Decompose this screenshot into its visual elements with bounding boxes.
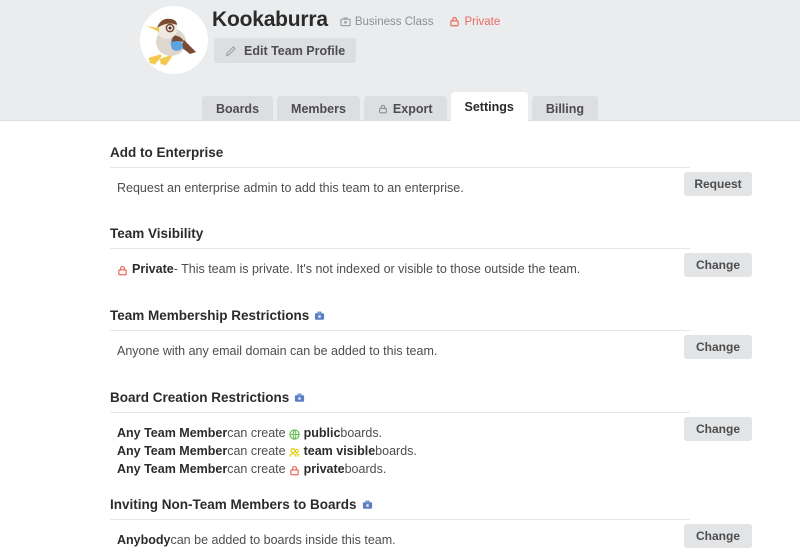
section-title-label: Add to Enterprise — [110, 145, 224, 160]
privacy-label: Private — [464, 15, 501, 28]
section-body: Private - This team is private. It's not… — [110, 249, 752, 289]
page-title: Kookaburra — [212, 8, 328, 31]
globe-icon — [288, 428, 300, 440]
change-team-visibility-button[interactable]: Change — [684, 253, 752, 277]
team-visibility-text: - This team is private. It's not indexed… — [173, 262, 581, 276]
section-title: Inviting Non-Team Members to Boards — [110, 497, 690, 520]
board-creation-mid: can create — [227, 444, 286, 458]
section-body: Anyone with any email domain can be adde… — [110, 331, 752, 371]
section-title: Add to Enterprise — [110, 145, 690, 168]
tab-billing[interactable]: Billing — [531, 96, 599, 121]
section-add-to-enterprise: Add to Enterprise Request an enterprise … — [110, 145, 752, 208]
change-board-creation-button[interactable]: Change — [684, 417, 752, 441]
lock-icon — [449, 16, 460, 27]
tab-export[interactable]: Export — [363, 96, 447, 121]
board-creation-tail: boards. — [340, 426, 383, 440]
board-creation-who: Any Team Member — [117, 444, 228, 458]
briefcase-icon — [340, 16, 351, 27]
lock-icon — [378, 104, 388, 114]
section-body: Any Team Member can create public boards… — [110, 413, 752, 478]
inviting-who: Anybody — [117, 533, 171, 547]
tab-bar: Boards Members Export Settings Billing — [0, 92, 800, 121]
business-class-label: Business Class — [354, 15, 434, 28]
board-creation-tail: boards. — [344, 462, 387, 476]
team-identity: Kookaburra Business Class Private — [212, 9, 500, 30]
section-title: Board Creation Restrictions — [110, 390, 690, 413]
lock-icon — [117, 265, 128, 276]
board-creation-who: Any Team Member — [117, 426, 228, 440]
team-membership-description: Anyone with any email domain can be adde… — [117, 344, 438, 358]
settings-content: Add to Enterprise Request an enterprise … — [0, 121, 800, 548]
business-class-briefcase-icon — [294, 392, 305, 403]
business-class-badge: Business Class — [340, 15, 434, 28]
board-creation-row: Any Team Member can create private board… — [117, 460, 690, 478]
section-title-label: Inviting Non-Team Members to Boards — [110, 497, 357, 512]
tab-export-label: Export — [392, 101, 433, 116]
tab-members[interactable]: Members — [277, 96, 360, 121]
team-visibility-description: Private - This team is private. It's not… — [117, 260, 690, 278]
board-creation-mid: can create — [227, 462, 286, 476]
tab-boards-label: Boards — [215, 101, 260, 116]
tab-boards[interactable]: Boards — [201, 96, 274, 121]
board-creation-visibility: private — [303, 462, 345, 476]
business-class-briefcase-icon — [314, 310, 325, 321]
change-inviting-button[interactable]: Change — [684, 524, 752, 548]
section-inviting-non-team-members: Inviting Non-Team Members to Boards Anyb… — [110, 497, 752, 560]
lock-icon — [289, 465, 300, 476]
section-title-label: Team Membership Restrictions — [110, 308, 310, 323]
section-team-membership-restrictions: Team Membership Restrictions Anyone with… — [110, 308, 752, 371]
section-board-creation-restrictions: Board Creation Restrictions Any Team Mem… — [110, 390, 752, 478]
request-button[interactable]: Request — [684, 172, 752, 196]
board-creation-row: Any Team Member can create team visible … — [117, 442, 690, 460]
team-visibility-value: Private — [132, 262, 174, 276]
team-header: Kookaburra Business Class Private Edit T… — [0, 0, 800, 121]
pencil-icon — [225, 45, 237, 57]
avatar — [140, 6, 208, 74]
inviting-description: Anybody can be added to boards inside th… — [117, 531, 690, 549]
board-creation-mid: can create — [227, 426, 286, 440]
inviting-text: can be added to boards inside this team. — [170, 533, 396, 547]
board-creation-tail: boards. — [375, 444, 417, 458]
section-title: Team Visibility — [110, 226, 690, 249]
edit-team-profile-label: Edit Team Profile — [244, 43, 346, 58]
section-team-visibility: Team Visibility Private - This team is p… — [110, 226, 752, 289]
people-icon — [288, 447, 300, 458]
section-body: Anybody can be added to boards inside th… — [110, 520, 752, 560]
change-team-membership-button[interactable]: Change — [684, 335, 752, 359]
section-title: Team Membership Restrictions — [110, 308, 690, 331]
tab-settings[interactable]: Settings — [450, 92, 528, 121]
tab-settings-label: Settings — [464, 99, 514, 114]
edit-team-profile-button[interactable]: Edit Team Profile — [214, 38, 357, 63]
section-body: Request an enterprise admin to add this … — [110, 168, 752, 208]
board-creation-who: Any Team Member — [117, 462, 228, 476]
tab-members-label: Members — [291, 101, 346, 116]
privacy-badge: Private — [449, 16, 500, 28]
section-title-label: Board Creation Restrictions — [110, 390, 290, 405]
enterprise-description: Request an enterprise admin to add this … — [117, 181, 464, 195]
tab-billing-label: Billing — [545, 101, 585, 116]
section-title-label: Team Visibility — [110, 226, 204, 241]
board-creation-visibility: public — [303, 426, 341, 440]
board-creation-visibility: team visible — [303, 444, 376, 458]
business-class-briefcase-icon — [362, 499, 373, 510]
board-creation-row: Any Team Member can create public boards… — [117, 424, 690, 442]
